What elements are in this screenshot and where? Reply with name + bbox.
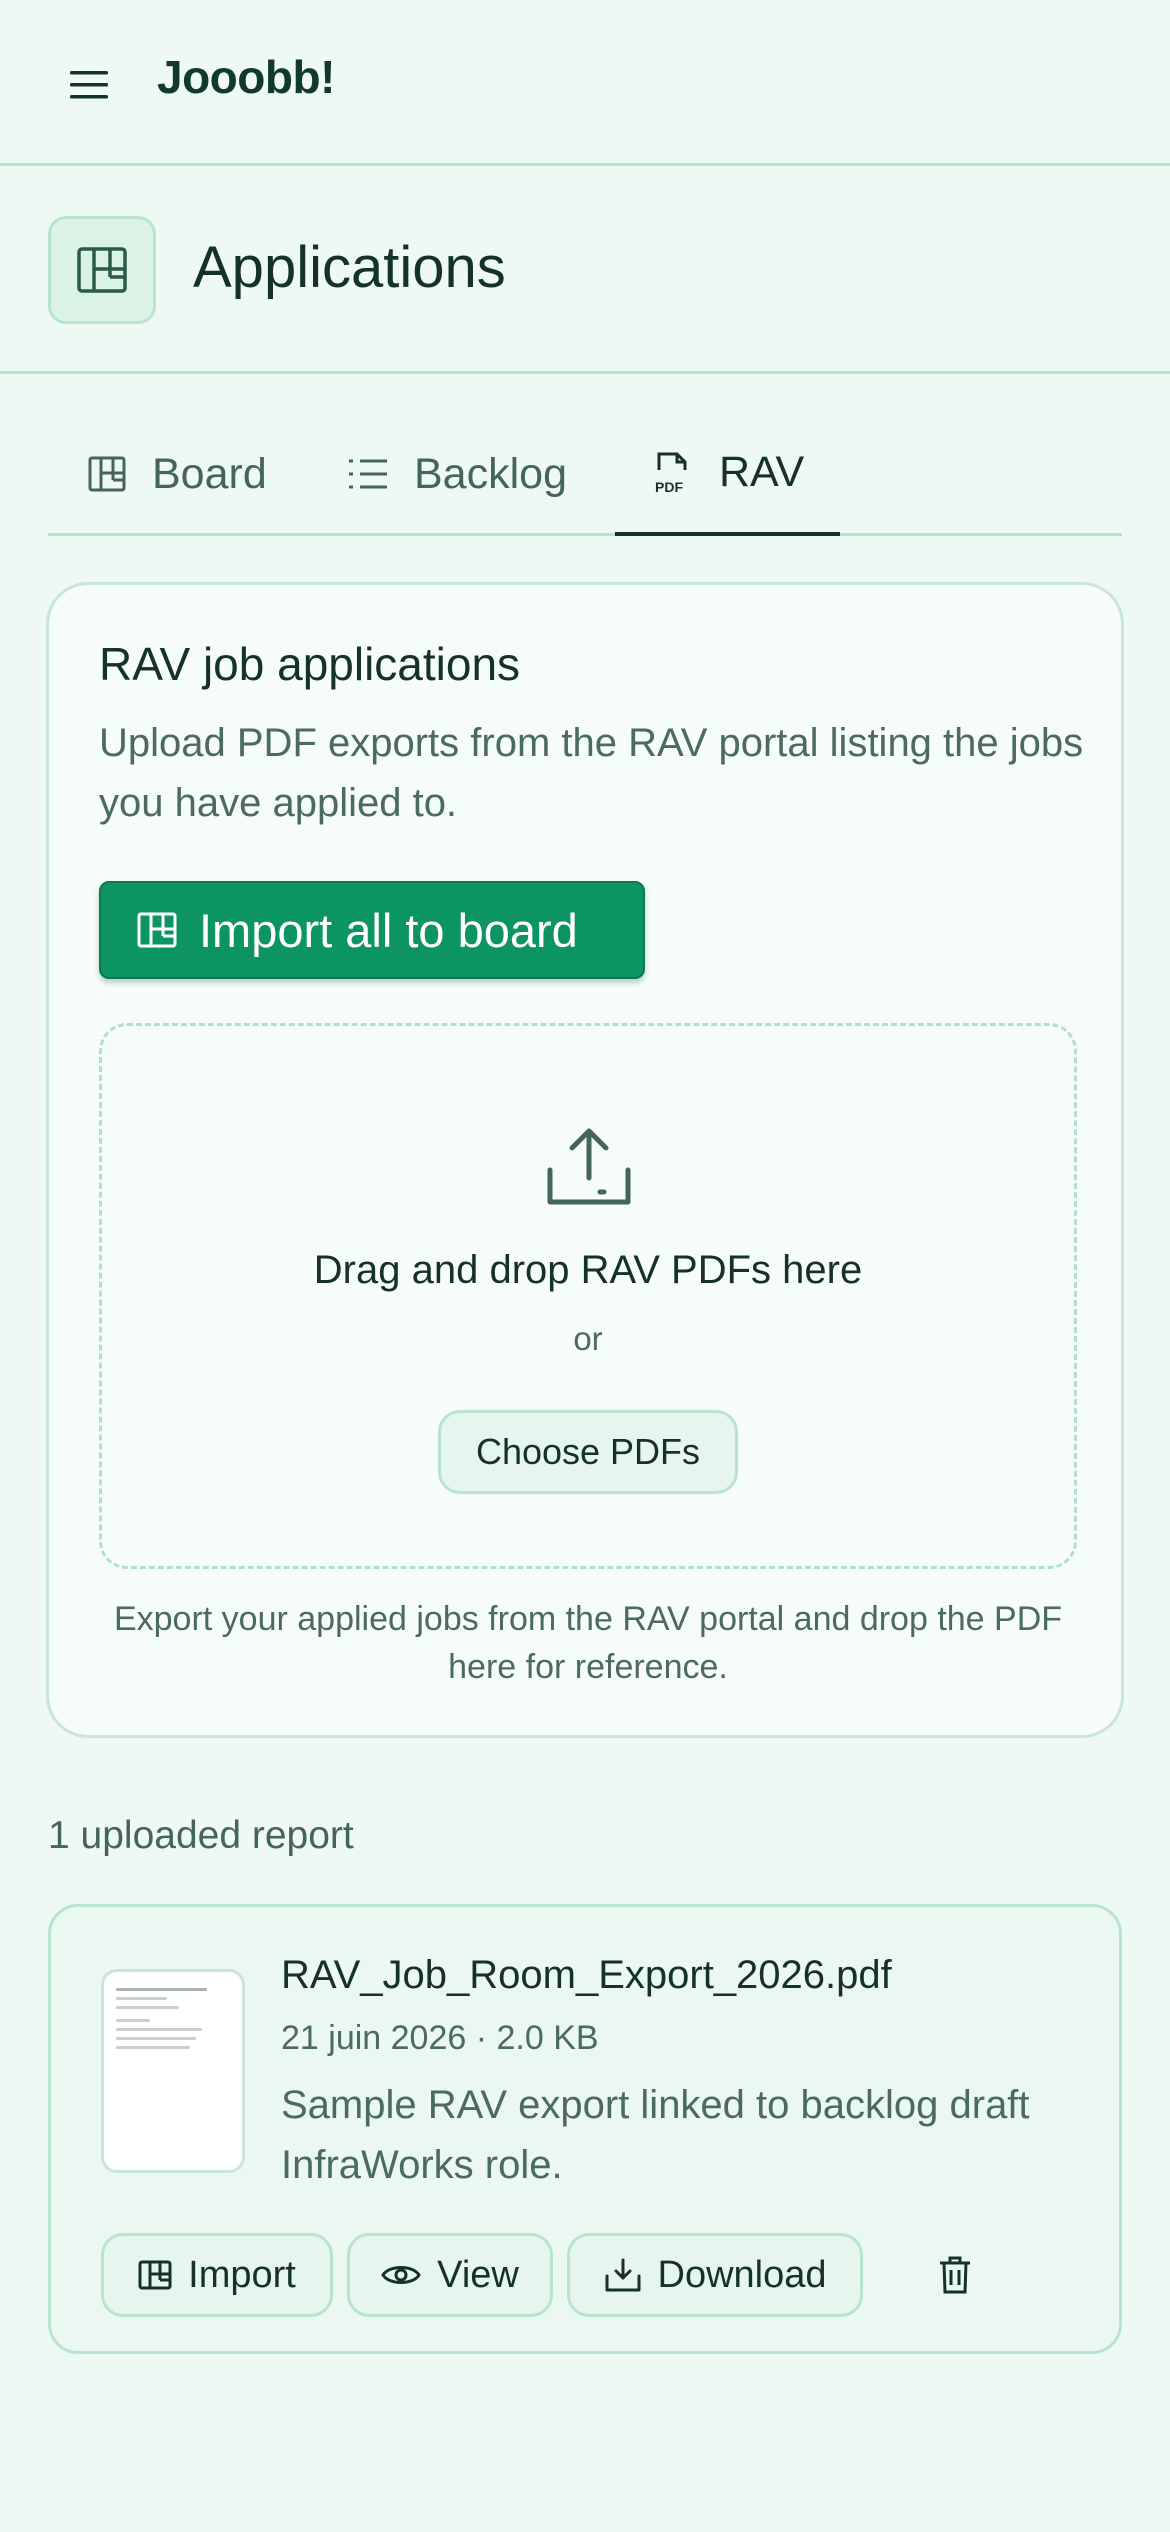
report-file-name[interactable]: RAV_Job_Room_Export_2026.pdf (281, 1953, 892, 1998)
download-icon (605, 2258, 640, 2292)
page-title: Applications (193, 235, 506, 300)
card-description: Upload PDF exports from the RAV portal l… (99, 721, 1084, 825)
report-meta: 21 juin 2026 · 2.0 KB (281, 2019, 599, 2057)
dropzone-title: Drag and drop RAV PDFs here (313, 1248, 863, 1292)
tab-board[interactable]: Board (88, 412, 267, 536)
rav-upload-card: RAV job applications Upload PDF exports … (46, 582, 1124, 1738)
tab-rav-label: RAV (719, 447, 805, 496)
upload-icon (547, 1128, 631, 1205)
page-header (0, 166, 1170, 374)
view-tabs: Board Backlog PDF RAV (48, 412, 1122, 536)
board-icon (137, 912, 177, 948)
report-note: Sample RAV export linked to backlog draf… (281, 2083, 1030, 2187)
tab-board-label: Board (152, 449, 267, 498)
pdf-dropzone[interactable]: Drag and drop RAV PDFs here or Choose PD… (99, 1023, 1077, 1569)
tab-rav[interactable]: PDF RAV (615, 412, 841, 536)
hamburger-menu-icon (70, 71, 108, 99)
report-item: RAV_Job_Room_Export_2026.pdf 21 juin 202… (48, 1904, 1122, 2354)
kanban-board-icon (77, 247, 127, 293)
import-all-button[interactable]: Import all to board (99, 881, 645, 979)
card-hint: Export your applied jobs from the RAV po… (113, 1600, 1063, 1686)
import-all-label: Import all to board (199, 903, 578, 957)
page-icon (48, 216, 156, 324)
board-icon (88, 456, 126, 492)
view-button[interactable]: View (347, 2233, 553, 2317)
list-icon (349, 459, 387, 489)
card-title: RAV job applications (99, 638, 521, 690)
pdf-thumbnail[interactable] (101, 1969, 245, 2173)
app-brand[interactable]: Jooobb! (157, 50, 335, 104)
svg-text:PDF: PDF (655, 479, 683, 494)
tab-backlog[interactable]: Backlog (348, 412, 567, 536)
dropzone-or: or (573, 1320, 603, 1357)
import-label: Import (188, 2253, 296, 2296)
pdf-file-icon: PDF (655, 452, 687, 494)
view-label: View (437, 2253, 519, 2296)
board-icon (138, 2260, 172, 2290)
import-button[interactable]: Import (101, 2233, 333, 2317)
top-bar: Jooobb! (0, 0, 1170, 166)
tab-backlog-label: Backlog (414, 449, 567, 498)
delete-button[interactable] (931, 2251, 979, 2299)
download-button[interactable]: Download (567, 2233, 863, 2317)
download-label: Download (657, 2253, 827, 2296)
trash-icon (940, 2256, 970, 2294)
uploaded-report-count: 1 uploaded report (48, 1814, 354, 1857)
choose-pdfs-button[interactable]: Choose PDFs (438, 1410, 738, 1494)
eye-icon (381, 2266, 421, 2284)
menu-button[interactable] (60, 60, 120, 110)
